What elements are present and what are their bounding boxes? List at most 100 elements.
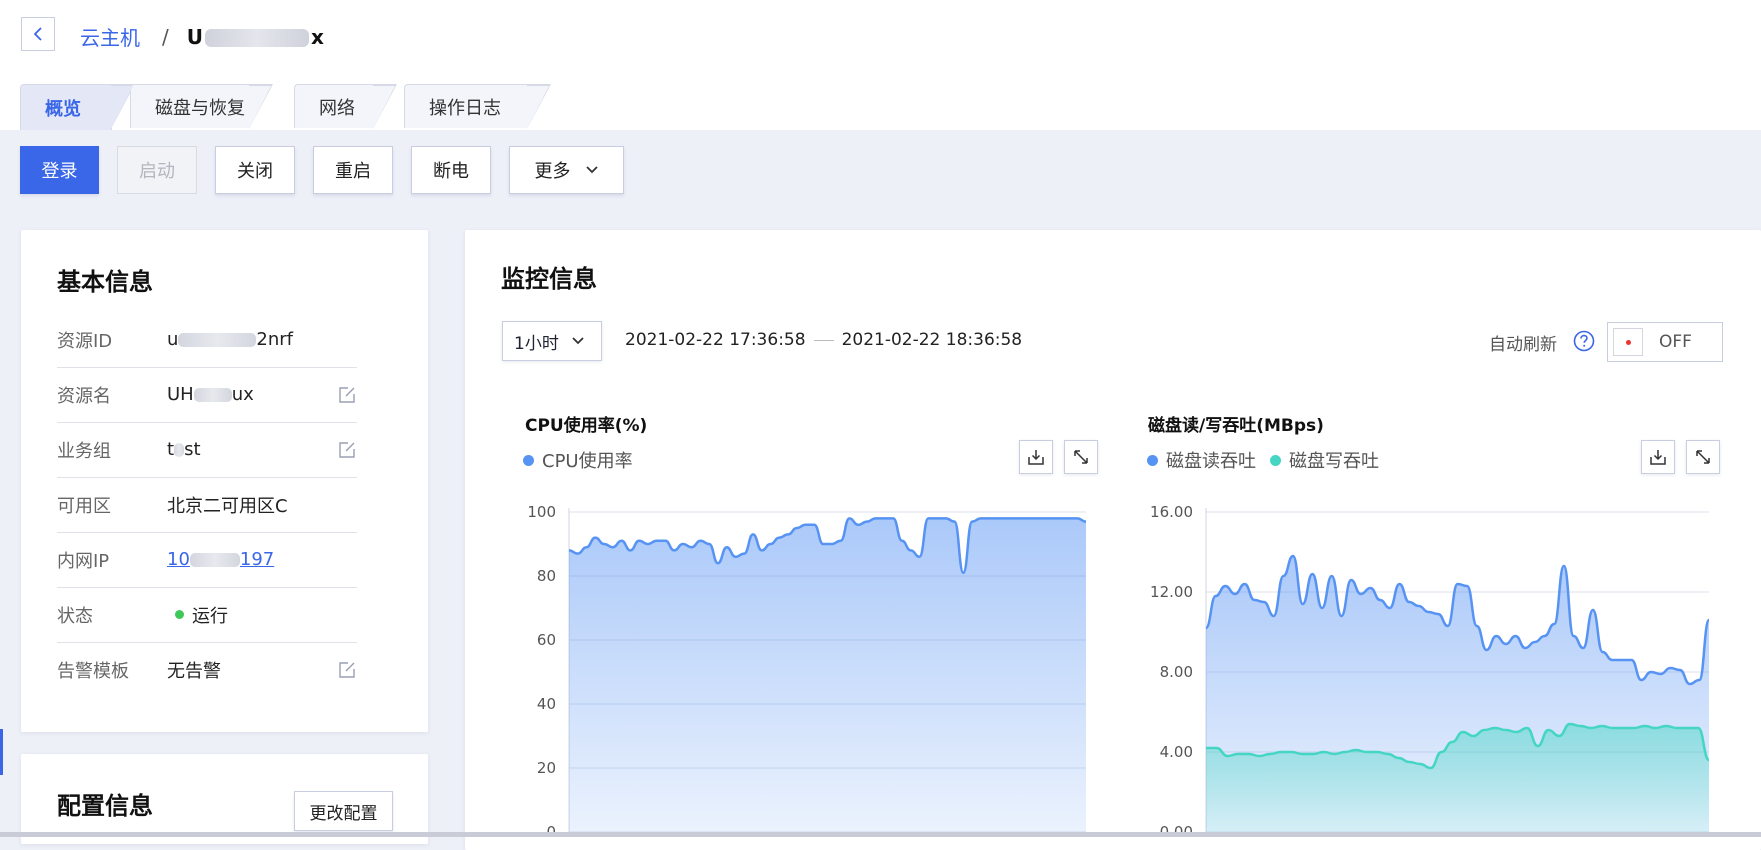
info-value-prefix: UH bbox=[167, 384, 194, 405]
info-row-resource-name: 资源名 UH ux bbox=[57, 367, 357, 423]
info-row-status: 状态 运行 bbox=[57, 587, 357, 643]
basic-info-title: 基本信息 bbox=[57, 268, 153, 296]
private-ip-link[interactable]: 10 197 bbox=[167, 549, 274, 570]
info-value: 北京二可用区C bbox=[167, 495, 288, 517]
cpu-chart-y-tick-label: 60 bbox=[537, 631, 556, 649]
poweroff-button[interactable]: 断电 bbox=[411, 146, 491, 194]
config-info-title: 配置信息 bbox=[57, 792, 153, 820]
legend-dot-icon bbox=[1270, 454, 1281, 466]
legend-dot-icon bbox=[523, 454, 534, 466]
monitor-title: 监控信息 bbox=[501, 265, 597, 293]
more-dropdown-button[interactable]: 更多 bbox=[509, 146, 624, 194]
login-button[interactable]: 登录 bbox=[20, 146, 99, 194]
legend-label: CPU使用率 bbox=[542, 451, 633, 472]
info-row-zone: 可用区 北京二可用区C bbox=[57, 477, 357, 533]
info-row-business-group: 业务组 t st bbox=[57, 422, 357, 478]
period-select[interactable]: 1小时 bbox=[502, 321, 602, 361]
info-label: 告警模板 bbox=[57, 660, 129, 682]
edit-icon[interactable] bbox=[337, 660, 357, 680]
auto-refresh-label: 自动刷新 bbox=[1489, 335, 1557, 355]
chevron-down-icon bbox=[571, 336, 585, 346]
disk-chart-y-tick-label: 4.00 bbox=[1160, 743, 1193, 761]
breadcrumb-current-prefix: U bbox=[186, 24, 203, 49]
breadcrumb-parent-link[interactable]: 云主机 bbox=[80, 22, 140, 51]
tab-network[interactable]: 网络 bbox=[294, 84, 397, 129]
tab-network-label: 网络 bbox=[319, 97, 355, 119]
legend-item-disk-read[interactable]: 磁盘读吞吐 bbox=[1147, 447, 1256, 473]
download-icon bbox=[1650, 450, 1666, 465]
shutdown-button[interactable]: 关闭 bbox=[215, 146, 295, 194]
legend-label: 磁盘写吞吐 bbox=[1289, 451, 1379, 472]
time-range[interactable]: 2021-02-22 17:36:58 2021-02-22 18:36:58 bbox=[625, 330, 1022, 350]
legend-item-disk-write[interactable]: 磁盘写吞吐 bbox=[1270, 447, 1379, 473]
cpu-chart-y-tick-label: 20 bbox=[537, 759, 556, 777]
breadcrumb-current: Ux bbox=[187, 25, 324, 49]
info-value-prefix: 10 bbox=[167, 549, 190, 570]
horizontal-scrollbar[interactable] bbox=[0, 832, 1761, 837]
disk-chart-y-tick-label: 0.00 bbox=[1160, 823, 1193, 832]
download-icon bbox=[1028, 450, 1044, 465]
cpu-usage-chart: 0 20 40 60 80 100 bbox=[527, 503, 1087, 832]
cpu-chart-y-tick-label: 40 bbox=[537, 695, 556, 713]
cpu-expand-button[interactable] bbox=[1064, 440, 1098, 474]
disk-chart-legend: 磁盘读吞吐 磁盘写吞吐 bbox=[1147, 447, 1393, 473]
info-row-alarm-template: 告警模板 无告警 bbox=[57, 642, 357, 697]
cpu-chart-y-tick-label: 0 bbox=[546, 823, 556, 832]
cpu-download-button[interactable] bbox=[1019, 440, 1053, 474]
chevron-left-icon bbox=[33, 27, 42, 41]
toggle-knob bbox=[1613, 328, 1643, 356]
tab-disk-recovery-label: 磁盘与恢复 bbox=[155, 97, 245, 119]
page-header: 云主机 / Ux 概览 磁盘与恢复 网络 操作日志 bbox=[0, 0, 1761, 130]
tab-operation-log[interactable]: 操作日志 bbox=[404, 84, 551, 129]
action-toolbar: 登录 启动 关闭 重启 断电 更多 bbox=[20, 146, 624, 194]
redacted-text bbox=[205, 29, 309, 47]
edit-icon[interactable] bbox=[337, 385, 357, 405]
back-button[interactable] bbox=[21, 17, 55, 51]
toggle-off-dot-icon bbox=[1625, 339, 1631, 345]
redacted-text bbox=[189, 553, 240, 567]
toggle-state-label: OFF bbox=[1659, 332, 1692, 352]
disk-chart-y-tick-label: 12.00 bbox=[1150, 583, 1193, 601]
disk-download-button[interactable] bbox=[1641, 440, 1675, 474]
redacted-text bbox=[193, 387, 232, 402]
cpu-chart-title: CPU使用率(%) bbox=[525, 416, 648, 436]
tab-overview[interactable]: 概览 bbox=[20, 84, 135, 130]
status-text: 运行 bbox=[192, 605, 228, 627]
legend-dot-icon bbox=[1147, 454, 1158, 466]
disk-chart-title: 磁盘读/写吞吐(MBps) bbox=[1148, 416, 1324, 436]
cpu-chart-legend: CPU使用率 bbox=[523, 447, 647, 473]
status-dot-icon bbox=[175, 610, 184, 619]
chevron-down-icon bbox=[585, 165, 599, 175]
cpu-chart-y-tick-label: 80 bbox=[537, 567, 556, 585]
disk-expand-button[interactable] bbox=[1686, 440, 1720, 474]
disk-chart-y-tick-label: 16.00 bbox=[1150, 503, 1193, 521]
info-value-suffix: 197 bbox=[239, 549, 275, 570]
info-value-suffix: ux bbox=[231, 384, 254, 405]
end-time: 2021-02-22 18:36:58 bbox=[841, 330, 1023, 350]
change-config-button[interactable]: 更改配置 bbox=[294, 791, 393, 831]
info-value-suffix: st bbox=[184, 439, 201, 460]
time-range-separator bbox=[813, 339, 834, 341]
info-value: 10 197 bbox=[167, 549, 357, 570]
redacted-text bbox=[174, 442, 185, 457]
info-value-prefix: u bbox=[167, 329, 179, 350]
info-label: 内网IP bbox=[57, 550, 110, 572]
info-value: 无告警 bbox=[167, 660, 221, 682]
info-value: t st bbox=[167, 439, 337, 460]
status-badge: 运行 bbox=[167, 602, 357, 628]
tab-overview-label: 概览 bbox=[45, 98, 81, 120]
auto-refresh-toggle[interactable]: OFF bbox=[1607, 322, 1723, 362]
tab-disk-recovery[interactable]: 磁盘与恢复 bbox=[130, 84, 273, 129]
info-label: 业务组 bbox=[57, 440, 111, 462]
cpu-chart-y-tick-label: 100 bbox=[527, 503, 556, 521]
edit-icon[interactable] bbox=[337, 440, 357, 460]
legend-item-cpu[interactable]: CPU使用率 bbox=[523, 447, 633, 473]
redacted-text bbox=[178, 332, 257, 347]
tab-operation-log-label: 操作日志 bbox=[429, 97, 501, 119]
restart-button[interactable]: 重启 bbox=[313, 146, 393, 194]
period-select-value: 1小时 bbox=[514, 333, 559, 354]
start-time: 2021-02-22 17:36:58 bbox=[625, 330, 806, 350]
help-icon[interactable] bbox=[1573, 330, 1595, 352]
disk-chart-y-tick-label: 8.00 bbox=[1160, 663, 1193, 681]
info-label: 状态 bbox=[57, 605, 93, 627]
